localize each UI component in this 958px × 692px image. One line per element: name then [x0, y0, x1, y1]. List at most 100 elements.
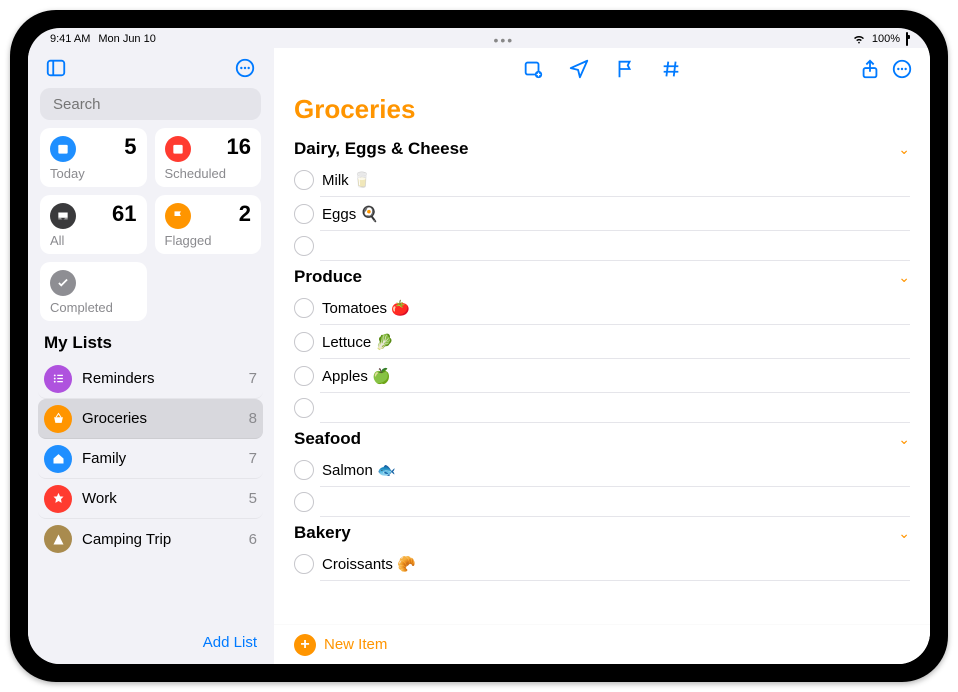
reminder-row[interactable]: Milk 🥛	[320, 163, 910, 197]
list-name: Work	[82, 490, 249, 507]
search-input[interactable]	[53, 96, 252, 113]
complete-radio[interactable]	[294, 492, 314, 512]
all-label: All	[50, 233, 137, 248]
wifi-icon	[852, 31, 866, 48]
star-icon	[44, 485, 72, 513]
basket-icon	[44, 405, 72, 433]
reminder-text: Milk 🥛	[322, 171, 372, 189]
empty-reminder-row[interactable]	[320, 231, 910, 261]
main-pane: Groceries Dairy, Eggs & Cheese ⌄ Milk 🥛 Egg…	[274, 48, 930, 664]
my-lists: Reminders 7 Groceries 8 Family 7 Work 5	[28, 359, 273, 559]
group-header[interactable]: Bakery⌄	[294, 517, 910, 547]
chevron-down-icon[interactable]: ⌄	[898, 141, 910, 158]
calendar-add-icon[interactable]	[519, 55, 547, 83]
reminder-row[interactable]: Apples 🍏	[320, 359, 910, 393]
reminder-text: Apples 🍏	[322, 367, 391, 385]
new-item-button[interactable]: New Item	[324, 636, 387, 653]
tent-icon	[44, 525, 72, 553]
list-name: Camping Trip	[82, 531, 249, 548]
completed-label: Completed	[50, 300, 137, 315]
group-title: Seafood	[294, 429, 361, 449]
multitask-dots-icon[interactable]: •••	[156, 32, 852, 48]
status-bar: 9:41 AM Mon Jun 10 ••• 100%	[28, 28, 930, 48]
group-header[interactable]: Dairy, Eggs & Cheese ⌄	[294, 133, 910, 163]
location-icon[interactable]	[565, 55, 593, 83]
empty-reminder-row[interactable]	[320, 487, 910, 517]
more-options-icon[interactable]	[231, 54, 259, 82]
checkmark-icon	[50, 270, 76, 296]
today-label: Today	[50, 166, 137, 181]
list-row-work[interactable]: Work 5	[38, 479, 263, 519]
complete-radio[interactable]	[294, 204, 314, 224]
list-row-family[interactable]: Family 7	[38, 439, 263, 479]
list-title: Groceries	[274, 84, 930, 133]
group-title: Produce	[294, 267, 362, 287]
complete-radio[interactable]	[294, 236, 314, 256]
list-count: 6	[249, 531, 257, 548]
complete-radio[interactable]	[294, 366, 314, 386]
complete-radio[interactable]	[294, 554, 314, 574]
complete-radio[interactable]	[294, 298, 314, 318]
all-count: 61	[112, 203, 136, 225]
scheduled-label: Scheduled	[165, 166, 252, 181]
reminder-text: Salmon 🐟	[322, 461, 396, 479]
chevron-down-icon[interactable]: ⌄	[898, 431, 910, 448]
list-count: 8	[249, 410, 257, 427]
tray-icon	[50, 203, 76, 229]
complete-radio[interactable]	[294, 170, 314, 190]
flag-icon	[165, 203, 191, 229]
reminder-row[interactable]: Lettuce 🥬	[320, 325, 910, 359]
plus-circle-icon[interactable]: +	[294, 634, 316, 656]
today-count: 5	[124, 136, 136, 158]
list-row-reminders[interactable]: Reminders 7	[38, 359, 263, 399]
hashtag-icon[interactable]	[657, 55, 685, 83]
complete-radio[interactable]	[294, 398, 314, 418]
list-name: Reminders	[82, 370, 249, 387]
reminder-row[interactable]: Croissants 🥐	[320, 547, 910, 581]
list-bullet-icon	[44, 365, 72, 393]
flagged-count: 2	[239, 203, 251, 225]
list-count: 5	[249, 490, 257, 507]
calendar-scheduled-icon	[165, 136, 191, 162]
group-header[interactable]: Produce ⌄	[294, 261, 910, 291]
chevron-down-icon[interactable]: ⌄	[898, 269, 910, 286]
reminder-text: Croissants 🥐	[322, 555, 416, 573]
search-field[interactable]	[40, 88, 261, 120]
status-time: 9:41 AM	[50, 33, 90, 45]
list-name: Family	[82, 450, 249, 467]
more-menu-icon[interactable]	[888, 55, 916, 83]
sidebar-toggle-icon[interactable]	[42, 54, 70, 82]
scheduled-count: 16	[227, 136, 251, 158]
empty-reminder-row[interactable]	[320, 393, 910, 423]
list-row-camping[interactable]: Camping Trip 6	[38, 519, 263, 559]
smart-list-scheduled[interactable]: 16 Scheduled	[155, 128, 262, 187]
my-lists-heading: My Lists	[28, 321, 273, 359]
calendar-today-icon	[50, 136, 76, 162]
group-title: Dairy, Eggs & Cheese	[294, 139, 468, 159]
reminder-row[interactable]: Tomatoes 🍅	[320, 291, 910, 325]
reminder-row[interactable]: Eggs 🍳	[320, 197, 910, 231]
smart-list-all[interactable]: 61 All	[40, 195, 147, 254]
smart-list-today[interactable]: 5 Today	[40, 128, 147, 187]
chevron-down-icon[interactable]: ⌄	[898, 525, 910, 542]
reminder-text: Eggs 🍳	[322, 205, 379, 223]
list-name: Groceries	[82, 410, 249, 427]
house-icon	[44, 445, 72, 473]
share-icon[interactable]	[856, 55, 884, 83]
flag-toolbar-icon[interactable]	[611, 55, 639, 83]
status-date: Mon Jun 10	[98, 33, 155, 45]
group-header[interactable]: Seafood ⌄	[294, 423, 910, 453]
add-list-button[interactable]: Add List	[203, 634, 257, 651]
reminder-text: Tomatoes 🍅	[322, 299, 410, 317]
battery-text: 100%	[872, 33, 900, 45]
list-count: 7	[249, 450, 257, 467]
flagged-label: Flagged	[165, 233, 252, 248]
complete-radio[interactable]	[294, 460, 314, 480]
smart-list-completed[interactable]: Completed	[40, 262, 147, 321]
complete-radio[interactable]	[294, 332, 314, 352]
list-row-groceries[interactable]: Groceries 8	[38, 399, 263, 439]
reminder-text: Lettuce 🥬	[322, 333, 394, 351]
smart-list-flagged[interactable]: 2 Flagged	[155, 195, 262, 254]
battery-icon	[906, 33, 908, 45]
reminder-row[interactable]: Salmon 🐟	[320, 453, 910, 487]
